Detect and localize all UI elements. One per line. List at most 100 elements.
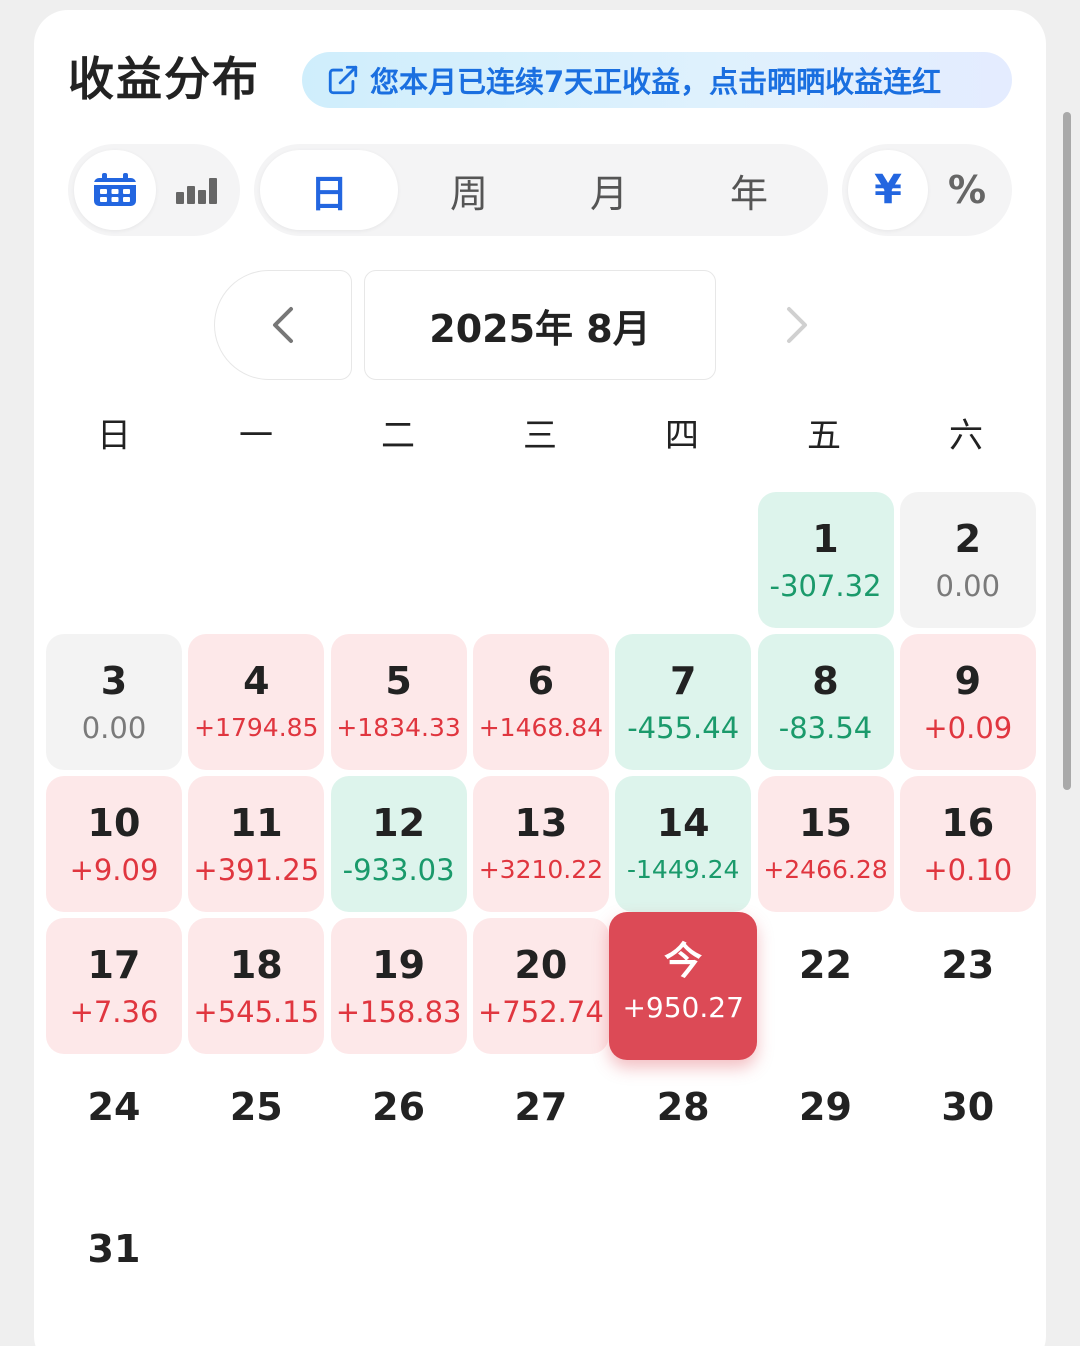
day-number: 14 [656, 801, 710, 845]
calendar-day[interactable]: 20 +752.74 [472, 918, 609, 1054]
bar-chart-icon [176, 178, 217, 204]
day-number: 7 [669, 659, 697, 703]
calendar-day[interactable]: 6 +1468.84 [472, 634, 609, 770]
calendar-day[interactable]: 2 0.00 [899, 492, 1036, 628]
calendar-day[interactable]: 16 +0.10 [899, 776, 1036, 912]
day-profit-value: -933.03 [342, 853, 455, 887]
day-number: 13 [514, 801, 568, 845]
calendar-day[interactable]: 26 [331, 1060, 467, 1196]
day-number: 8 [812, 659, 839, 703]
calendar-day[interactable]: 13 +3210.22 [472, 776, 609, 912]
day-number: 29 [799, 1085, 852, 1129]
day-number: 18 [229, 943, 283, 987]
day-profit-value: +2466.28 [763, 855, 888, 884]
day-number: 20 [514, 943, 568, 987]
calendar-day[interactable]: 29 [758, 1060, 894, 1196]
calendar-day[interactable]: 15 +2466.28 [757, 776, 894, 912]
weekday-label: 二 [381, 415, 415, 456]
calendar-day[interactable]: 5 +1834.33 [330, 634, 467, 770]
day-profit-value: +752.74 [478, 995, 604, 1029]
day-profit-value: 0.00 [81, 711, 147, 745]
unit-toggle: ¥ % [842, 144, 1012, 236]
weekday-label: 六 [949, 415, 983, 456]
weekday-label: 五 [807, 415, 841, 456]
calendar-day[interactable]: 4 +1794.85 [188, 634, 325, 770]
calendar-day[interactable]: 9 +0.09 [899, 634, 1036, 770]
day-number: 4 [243, 659, 270, 703]
weekday-header: 日 一 二 三 四 五 六 [44, 404, 1036, 460]
day-profit-value: +391.25 [193, 853, 320, 887]
day-profit-value: +1834.33 [336, 713, 461, 742]
calendar-day[interactable]: 8 -83.54 [757, 634, 894, 770]
day-number: 19 [372, 943, 426, 987]
calendar-day[interactable]: 22 [758, 918, 894, 1054]
calendar-day-today[interactable]: 今 +950.27 [609, 912, 758, 1060]
unit-amount-button[interactable]: ¥ [848, 150, 928, 230]
next-month-button[interactable] [728, 270, 866, 380]
tab-week[interactable]: 周 [400, 150, 538, 230]
calendar-day[interactable]: 25 [188, 1060, 324, 1196]
streak-share-banner[interactable]: 您本月已连续7天正收益，点击晒晒收益连红 [302, 52, 1012, 108]
chart-view-button[interactable] [160, 150, 234, 230]
day-number: 3 [100, 659, 128, 703]
day-number: 2 [954, 517, 982, 561]
day-number: 28 [656, 1085, 710, 1129]
calendar-day[interactable]: 23 [900, 918, 1036, 1054]
day-number: 15 [799, 801, 852, 845]
day-profit-value: -1449.24 [626, 855, 740, 884]
day-number: 16 [941, 801, 995, 845]
calendar-day[interactable]: 28 [615, 1060, 751, 1196]
scrollbar[interactable] [1063, 112, 1071, 790]
calendar-day[interactable]: 14 -1449.24 [615, 776, 752, 912]
calendar-day[interactable]: 30 [900, 1060, 1036, 1196]
day-number: 31 [87, 1227, 141, 1271]
period-tabs: 日 周 月 年 [254, 144, 828, 236]
tab-year[interactable]: 年 [680, 150, 818, 230]
calendar-icon [94, 173, 136, 206]
day-number: 11 [229, 801, 283, 845]
day-number: 9 [954, 659, 982, 703]
weekday-label: 一 [239, 415, 273, 456]
day-number: 6 [527, 659, 555, 703]
calendar-day[interactable]: 11 +391.25 [188, 776, 325, 912]
calendar-day[interactable]: 31 [46, 1202, 182, 1338]
calendar-day[interactable]: 19 +158.83 [330, 918, 467, 1054]
calendar-day[interactable]: 3 0.00 [46, 634, 182, 770]
day-profit-value: +950.27 [622, 991, 744, 1024]
calendar-view-button[interactable] [74, 150, 156, 230]
day-number: 12 [372, 801, 426, 845]
day-profit-value: +9.09 [69, 853, 159, 887]
view-toggle [68, 144, 240, 236]
weekday-label: 三 [523, 415, 557, 456]
yuan-icon: ¥ [874, 167, 902, 213]
tab-day[interactable]: 日 [260, 150, 398, 230]
calendar-day[interactable]: 27 [473, 1060, 609, 1196]
unit-percent-button[interactable]: % [928, 150, 1006, 230]
day-number: 25 [229, 1085, 283, 1129]
day-number: 17 [87, 943, 141, 987]
calendar-day[interactable]: 24 [46, 1060, 182, 1196]
day-profit-value: -83.54 [778, 711, 873, 745]
calendar-day[interactable]: 17 +7.36 [46, 918, 182, 1054]
previous-month-button[interactable] [214, 270, 352, 380]
day-number: 27 [514, 1085, 568, 1129]
day-number: 24 [87, 1085, 141, 1129]
day-number: 26 [372, 1085, 426, 1129]
day-profit-value: +0.09 [923, 711, 1013, 745]
calendar-day[interactable]: 1 -307.32 [757, 492, 894, 628]
day-profit-value: +158.83 [335, 995, 462, 1029]
day-number: 22 [799, 943, 852, 987]
current-month-selector[interactable]: 2025年 8月 [364, 270, 716, 380]
day-profit-value: -307.32 [769, 569, 882, 603]
calendar-day[interactable]: 12 -933.03 [330, 776, 467, 912]
calendar-day[interactable]: 7 -455.44 [615, 634, 752, 770]
calendar-day[interactable]: 18 +545.15 [188, 918, 325, 1054]
day-number: 今 [664, 939, 703, 983]
external-link-icon [328, 65, 358, 95]
day-number: 5 [385, 659, 412, 703]
tab-month[interactable]: 月 [540, 150, 678, 230]
day-profit-value: +1468.84 [478, 713, 604, 742]
day-profit-value: +3210.22 [478, 855, 604, 884]
calendar-day[interactable]: 10 +9.09 [46, 776, 182, 912]
day-number: 1 [812, 517, 839, 561]
